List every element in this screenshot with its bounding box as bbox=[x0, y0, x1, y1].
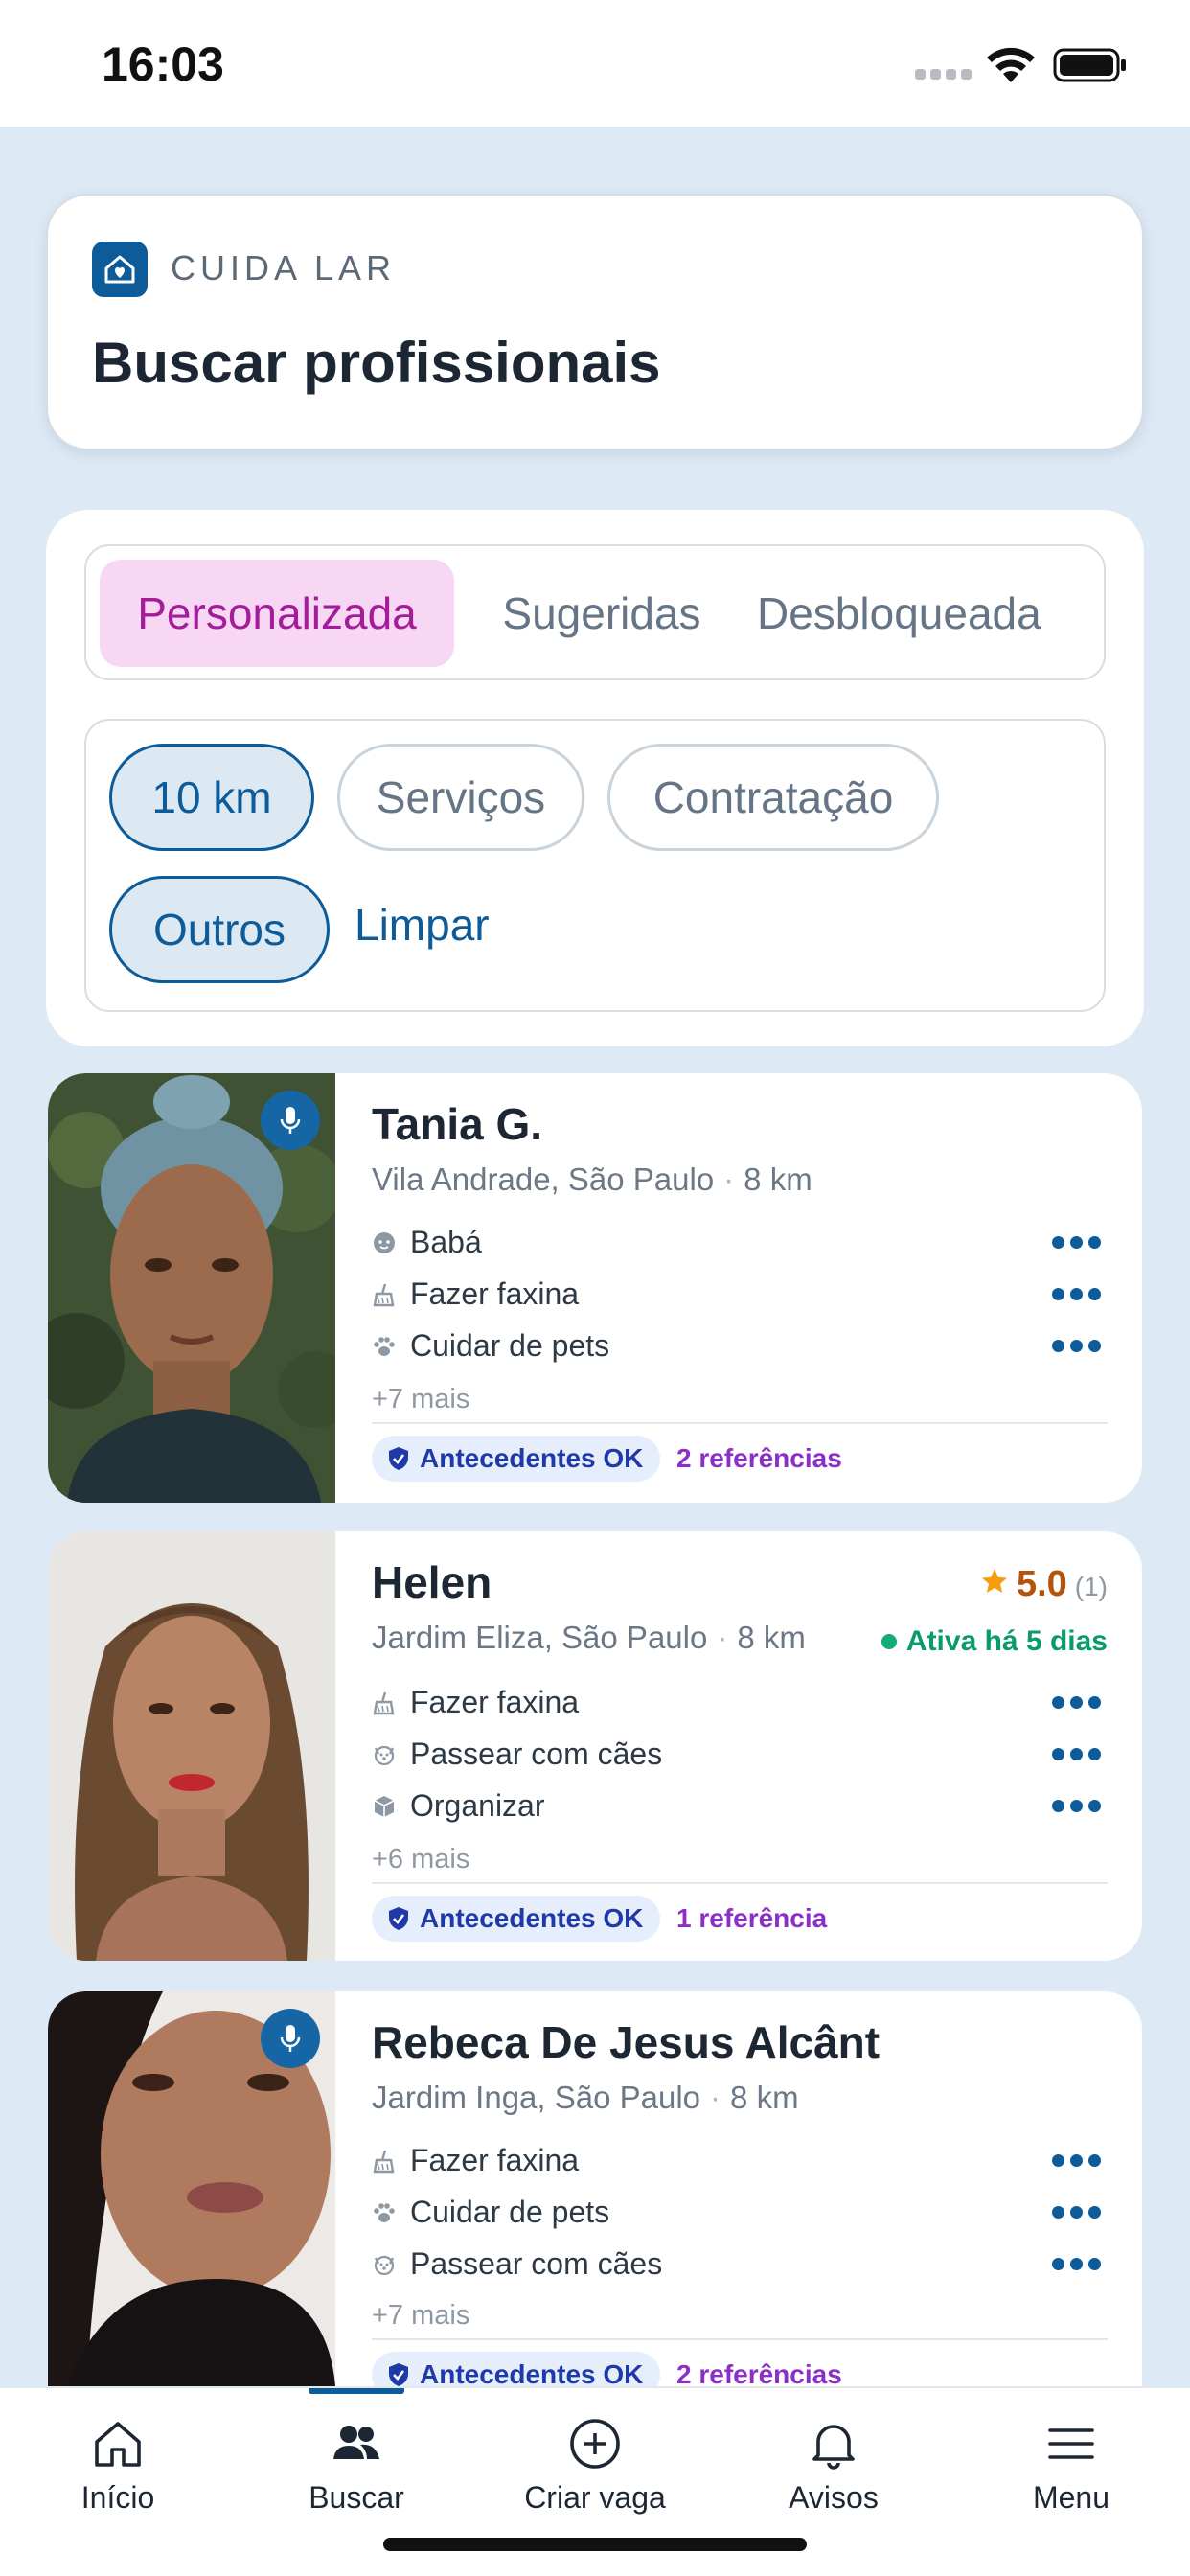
background-check-badge: Antecedentes OK bbox=[372, 1896, 661, 1942]
divider bbox=[372, 2338, 1108, 2340]
service-level-dots bbox=[1052, 1748, 1101, 1760]
audio-intro-button[interactable] bbox=[261, 1091, 320, 1150]
plus-circle-icon bbox=[570, 2419, 620, 2469]
more-services: +7 mais bbox=[372, 2300, 470, 2331]
microphone-icon bbox=[280, 1107, 301, 1134]
profile-card[interactable]: Rebeca De Jesus Alcânt Jardim Inga, São … bbox=[48, 1991, 1142, 2386]
box-icon bbox=[374, 1795, 395, 1817]
more-services: +6 mais bbox=[372, 1844, 470, 1874]
profile-name: Helen bbox=[372, 1557, 492, 1607]
chip-services[interactable]: Serviços bbox=[337, 744, 584, 851]
service-level-dots bbox=[1052, 1696, 1101, 1709]
background-check-badge: Antecedentes OK bbox=[372, 2352, 661, 2386]
star-icon bbox=[981, 1569, 1007, 1593]
chip-hiring[interactable]: Contratação bbox=[607, 744, 939, 851]
home-indicator bbox=[383, 2538, 807, 2551]
service-item: Passear com cães bbox=[372, 2246, 662, 2282]
tab-desbloqueada[interactable]: Desbloqueada bbox=[757, 560, 1104, 667]
people-icon bbox=[333, 2426, 379, 2459]
tab-bar: Personalizada Sugeridas Desbloqueada bbox=[84, 544, 1106, 680]
service-level-dots bbox=[1052, 2206, 1101, 2219]
background-check-badge: Antecedentes OK bbox=[372, 1436, 661, 1482]
shield-check-icon bbox=[389, 1907, 408, 1930]
profile-card[interactable]: Tania G. Vila Andrade, São Paulo · 8 km Ba… bbox=[48, 1073, 1142, 1503]
profile-name: Rebeca De Jesus Alcânt bbox=[372, 2017, 881, 2067]
divider bbox=[372, 1422, 1108, 1424]
tab-personalizada[interactable]: Personalizada bbox=[100, 560, 454, 667]
status-time: 16:03 bbox=[102, 37, 224, 91]
service-item: Babá bbox=[372, 1225, 482, 1260]
service-item: Cuidar de pets bbox=[372, 1328, 609, 1364]
status-bar: 16:03 bbox=[0, 0, 1190, 126]
profile-location: Jardim Inga, São Paulo · 8 km bbox=[372, 2080, 799, 2115]
service-level-dots bbox=[1052, 2154, 1101, 2167]
rating: 5.0 (1) bbox=[980, 1564, 1108, 1605]
dog-icon bbox=[374, 1745, 395, 1765]
battery-icon bbox=[1053, 48, 1126, 82]
hamburger-icon bbox=[1048, 2428, 1094, 2459]
references-count[interactable]: 2 referências bbox=[676, 2359, 842, 2386]
shield-check-icon bbox=[389, 1447, 408, 1470]
nav-criar-vaga[interactable]: Criar vaga bbox=[490, 2407, 700, 2516]
profile-photo bbox=[48, 1531, 335, 1961]
profile-card[interactable]: Helen 5.0 (1) Jardim Eliza, São Paulo · 8 … bbox=[48, 1531, 1142, 1961]
service-item: Fazer faxina bbox=[372, 1685, 579, 1720]
filters-card: Personalizada Sugeridas Desbloqueada 10 … bbox=[46, 510, 1144, 1046]
page-title: Buscar profissionais bbox=[92, 331, 661, 395]
profile-location: Vila Andrade, São Paulo · 8 km bbox=[372, 1162, 812, 1197]
filter-chips: 10 km Serviços Contratação Outros Limpar bbox=[84, 719, 1106, 1012]
profile-location: Jardim Eliza, São Paulo · 8 km bbox=[372, 1620, 806, 1655]
divider bbox=[372, 1882, 1108, 1884]
nav-buscar[interactable]: Buscar bbox=[251, 2407, 462, 2516]
service-item: Fazer faxina bbox=[372, 1276, 579, 1312]
service-level-dots bbox=[1052, 1800, 1101, 1812]
references-count[interactable]: 1 referência bbox=[676, 1903, 827, 1934]
service-level-dots bbox=[1052, 1236, 1101, 1249]
brand-name: CUIDA LAR bbox=[171, 248, 397, 288]
nav-inicio[interactable]: Início bbox=[12, 2407, 223, 2516]
service-item: Fazer faxina bbox=[372, 2143, 579, 2178]
nav-menu[interactable]: Menu bbox=[966, 2407, 1177, 2516]
service-item: Organizar bbox=[372, 1788, 545, 1824]
service-item: Passear com cães bbox=[372, 1736, 662, 1772]
paw-icon bbox=[374, 2202, 395, 2222]
active-tab-indicator bbox=[309, 2388, 404, 2394]
cleaning-icon bbox=[373, 1691, 395, 1714]
more-services: +7 mais bbox=[372, 1384, 470, 1414]
shield-check-icon bbox=[389, 2363, 408, 2386]
cleaning-icon bbox=[373, 2150, 395, 2173]
header-card: CUIDA LAR Buscar profissionais bbox=[46, 194, 1144, 450]
paw-icon bbox=[374, 1336, 395, 1356]
service-level-dots bbox=[1052, 2258, 1101, 2270]
microphone-icon bbox=[280, 2025, 301, 2052]
audio-intro-button[interactable] bbox=[261, 2009, 320, 2068]
chip-others[interactable]: Outros bbox=[109, 876, 330, 983]
activity-status: Ativa há 5 dias bbox=[881, 1625, 1108, 1658]
references-count[interactable]: 2 referências bbox=[676, 1443, 842, 1474]
online-dot-icon bbox=[881, 1634, 897, 1649]
service-level-dots bbox=[1052, 1288, 1101, 1300]
dog-icon bbox=[374, 2255, 395, 2275]
nav-avisos[interactable]: Avisos bbox=[728, 2407, 939, 2516]
wifi-icon bbox=[987, 47, 1035, 82]
service-level-dots bbox=[1052, 1340, 1101, 1352]
tab-sugeridas[interactable]: Sugeridas bbox=[487, 560, 717, 667]
cellular-signal-icon bbox=[915, 69, 972, 80]
clear-filters-link[interactable]: Limpar bbox=[355, 899, 490, 951]
home-icon bbox=[95, 2422, 141, 2467]
bell-icon bbox=[812, 2425, 855, 2470]
brand-logo-icon bbox=[92, 242, 148, 297]
profile-name: Tania G. bbox=[372, 1099, 543, 1149]
chip-distance[interactable]: 10 km bbox=[109, 744, 314, 851]
baby-icon bbox=[374, 1231, 395, 1254]
cleaning-icon bbox=[373, 1283, 395, 1306]
service-item: Cuidar de pets bbox=[372, 2195, 609, 2230]
